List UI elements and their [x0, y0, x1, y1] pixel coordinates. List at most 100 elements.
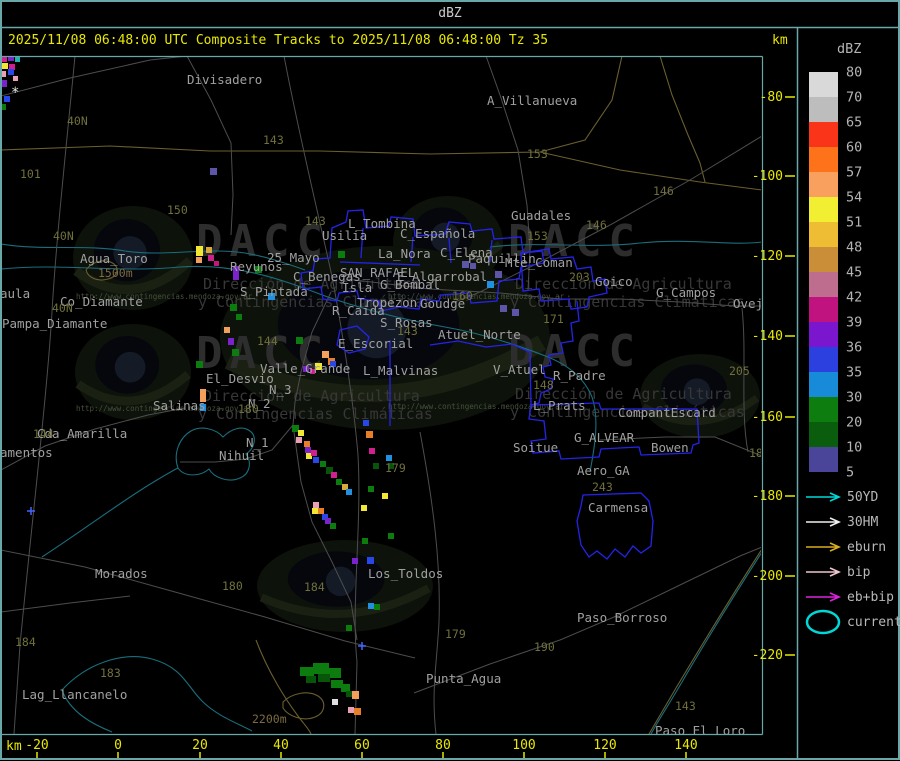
window-title: dBZ: [438, 6, 461, 21]
place-label: Goico: [595, 274, 633, 289]
road-number-label: 101: [20, 167, 41, 181]
road-number-label: 190: [534, 640, 555, 654]
storm-track-cell: [4, 96, 10, 102]
place-label: El_Desvio: [206, 371, 274, 386]
place-label: Reyunos: [230, 259, 283, 274]
storm-track-cell: [318, 508, 324, 514]
storm-track-cell: [2, 63, 8, 69]
storm-track-cell: [206, 247, 212, 253]
road-number-label: 180: [238, 402, 259, 416]
50YD-arrow-icon: [806, 493, 839, 501]
road-number-label: 143: [305, 214, 326, 228]
storm-track-cell: [362, 538, 368, 544]
colorbar-panel: dBZ80706560575451484542393635302010550YD…: [806, 41, 900, 633]
30HM-arrow-icon: [806, 518, 839, 526]
road-number-label: 153: [527, 147, 548, 161]
place-label: Morados: [95, 566, 148, 581]
place-label: G_ALVEAR: [574, 430, 635, 445]
place-label: Los_Toldos: [368, 566, 443, 581]
x-axis-tick-label: 120: [593, 738, 616, 753]
radar-display: DACCDirección de Agriculturay Contingenc…: [0, 0, 900, 761]
colorbar-value-label: 45: [846, 265, 862, 281]
colorbar-value-label: 5: [846, 465, 854, 481]
storm-track-cell: [292, 425, 299, 432]
x-axis-tick-label: 100: [512, 738, 535, 753]
road-number-label: 153: [527, 229, 548, 243]
legend-label: 50YD: [847, 490, 878, 505]
place-label: Divisadero: [187, 72, 262, 87]
storm-track-cell: [224, 327, 230, 333]
x-axis-tick-label: -20: [25, 738, 48, 753]
bip-arrow-icon: [806, 568, 839, 576]
road-number-label: 179: [385, 461, 406, 475]
storm-track-cell: [196, 246, 203, 256]
road-number-label: 205: [729, 364, 750, 378]
colorbar-value-label: 10: [846, 440, 862, 456]
colorbar-value-label: 70: [846, 90, 862, 106]
storm-track-cell: [346, 625, 352, 631]
road-number-label: 180: [222, 579, 243, 593]
storm-track-cell: [338, 251, 345, 258]
storm-track-cell: [374, 604, 380, 610]
colorbar-swatch: [809, 447, 838, 472]
eb+bip-arrow-icon: [806, 593, 839, 601]
colorbar-swatch: [809, 72, 838, 97]
place-label: R_Padre: [553, 368, 606, 383]
contour-label: 1500m: [98, 266, 133, 280]
colorbar-value-label: 65: [846, 115, 862, 131]
colorbar-value-label: 36: [846, 340, 862, 356]
y-axis-tick-label: -80: [760, 90, 783, 105]
storm-track-cell: [13, 76, 18, 81]
storm-track-cell: [196, 361, 203, 368]
road-number-label: 40N: [53, 229, 74, 243]
storm-track-cell: [15, 57, 20, 62]
road-number-label: 179: [445, 627, 466, 641]
colorbar-value-label: 20: [846, 415, 862, 431]
y-axis-tick-label: -140: [752, 329, 783, 344]
storm-track-cell: [363, 420, 369, 426]
place-label: amentos: [0, 445, 53, 460]
place-label: Punta_Agua: [426, 671, 501, 686]
colorbar-swatch: [809, 122, 838, 147]
road-number-label: 183: [100, 666, 121, 680]
storm-track-cell: [298, 430, 304, 436]
storm-track-cell: [313, 663, 329, 674]
storm-track-cell: [228, 338, 234, 345]
colorbar-swatch: [809, 197, 838, 222]
road-number-label: 180: [749, 446, 770, 460]
place-label: G_Bombal: [380, 277, 440, 292]
storm-track-cell: [236, 314, 242, 320]
colorbar-value-label: 60: [846, 140, 862, 156]
storm-track-cell: [346, 489, 352, 495]
place-label: Nihuil: [219, 448, 264, 463]
storm-track-cell: [305, 447, 311, 453]
storm-track-cell: [500, 305, 507, 312]
colorbar-swatch: [809, 347, 838, 372]
place-label: S_Pintada: [240, 284, 308, 299]
storm-track-cell: [368, 603, 374, 609]
contour-label: 2200m: [252, 712, 287, 726]
colorbar-swatch: [809, 422, 838, 447]
road-number-label: 144: [257, 334, 278, 348]
place-label: CompantEscard: [618, 405, 716, 420]
storm-track-cell: [348, 707, 354, 713]
asterisk-marker-icon: *: [11, 85, 19, 101]
place-label: Pampa_Diamante: [2, 316, 107, 331]
place-label: Paso_El_Loro: [655, 723, 745, 738]
x-axis-tick-label: 20: [192, 738, 208, 753]
road-number-label: 203: [569, 270, 590, 284]
storm-track-cell: [318, 674, 330, 682]
storm-track-cell: [214, 261, 219, 266]
place-label: Aero_GA: [577, 463, 630, 478]
y-axis-tick-label: -200: [752, 569, 783, 584]
storm-track-cell: [300, 667, 314, 676]
storm-track-cell: [232, 349, 239, 356]
storm-track-cell: [373, 463, 379, 469]
storm-track-cell: [230, 304, 237, 311]
storm-track-cell: [354, 708, 361, 715]
km-unit-label: km: [772, 33, 788, 48]
road-number-label: 160: [452, 289, 473, 303]
place-label: Salinas: [153, 398, 206, 413]
place-label: Agua_Toro: [80, 251, 148, 266]
colorbar-value-label: 30: [846, 390, 862, 406]
